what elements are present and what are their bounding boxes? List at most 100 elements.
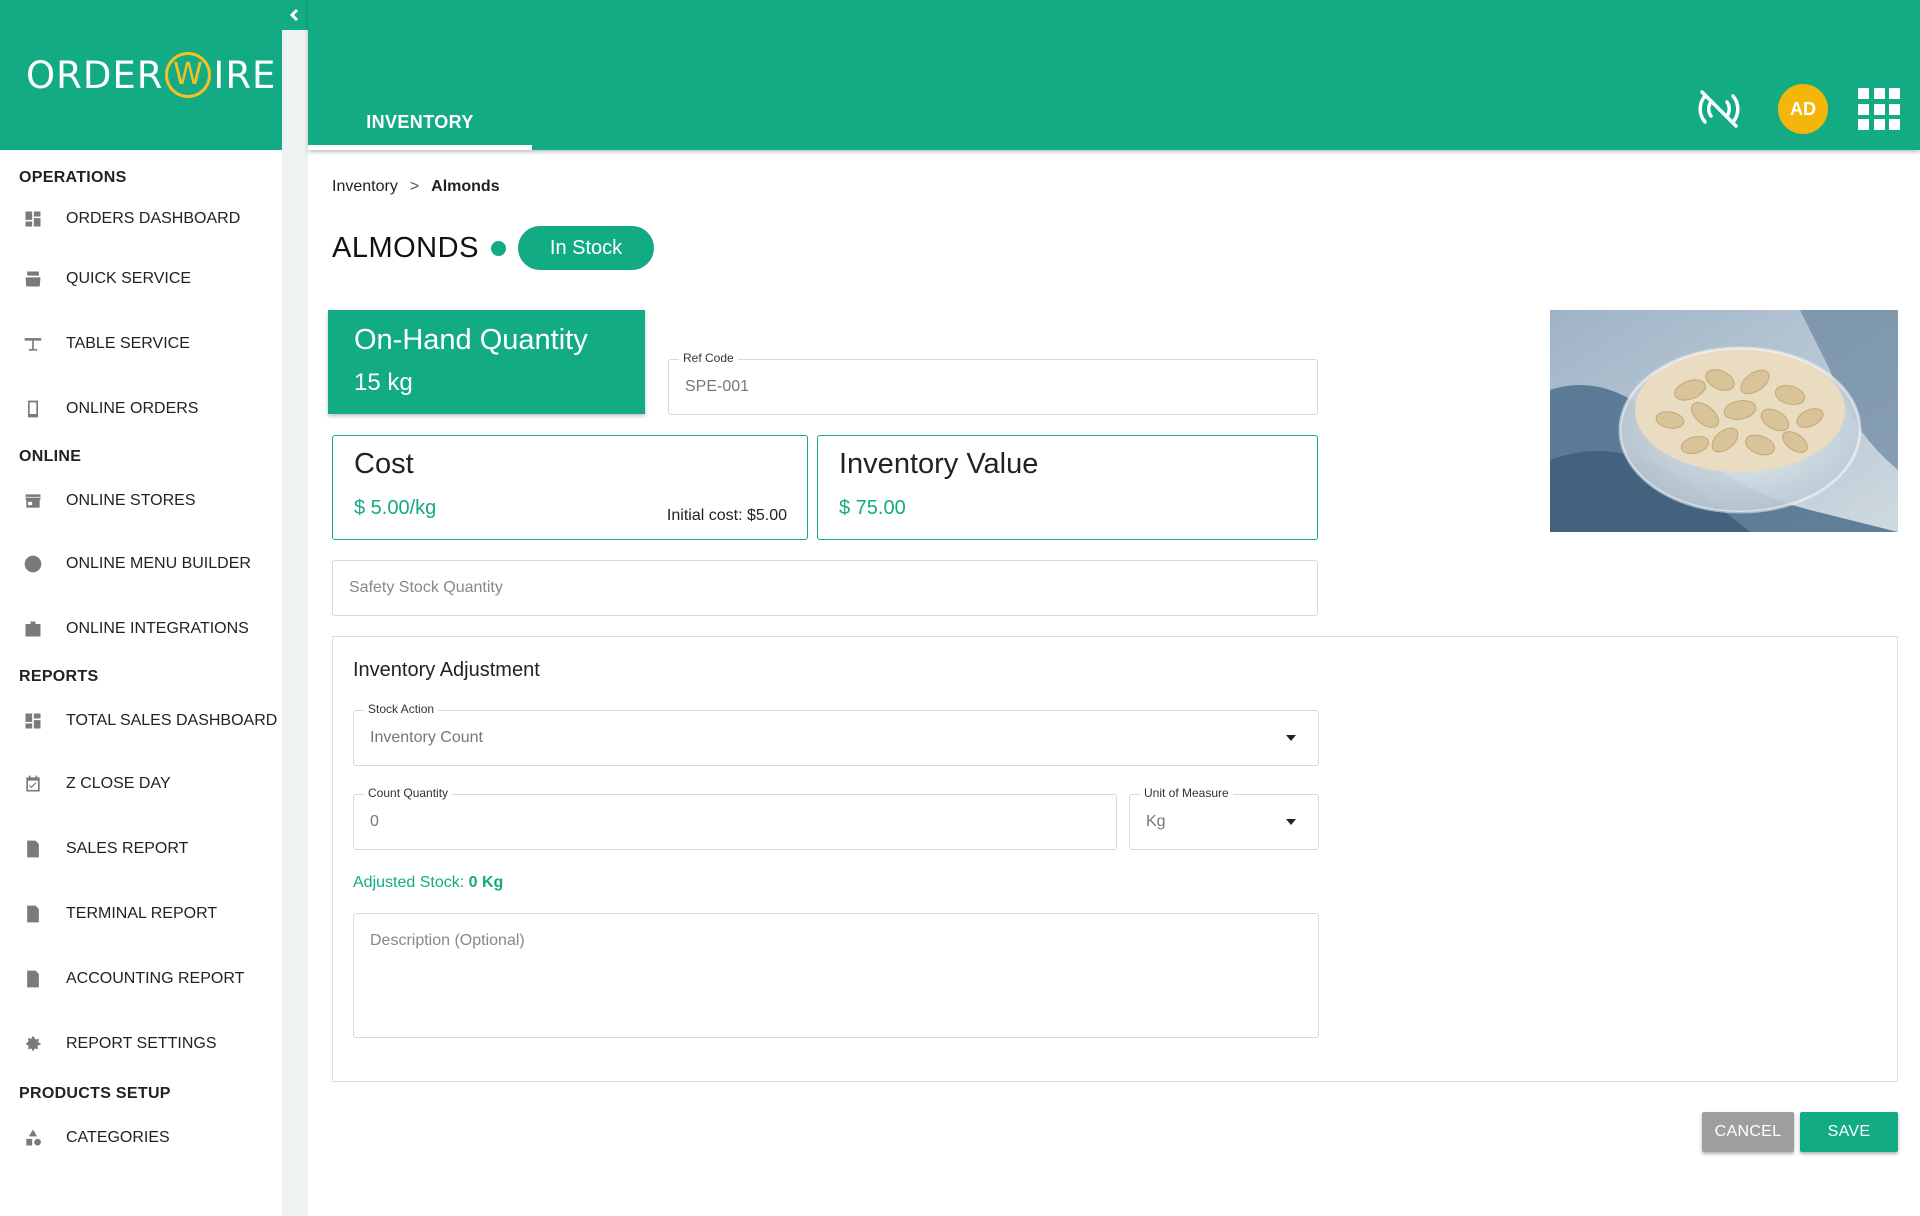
unit-of-measure-value: Kg <box>1146 813 1166 830</box>
ref-code-label: Ref Code <box>679 351 738 365</box>
dashboard-icon <box>22 208 44 230</box>
sidebar-rail <box>282 0 308 1216</box>
ref-code-field[interactable]: Ref Code SPE-001 <box>668 351 1318 415</box>
cost-title: Cost <box>354 448 414 480</box>
on-hand-quantity-card: On-Hand Quantity 15 kg <box>328 310 645 414</box>
product-image <box>1550 310 1898 532</box>
sidebar-item-sales-report[interactable]: SALES REPORT <box>0 816 282 881</box>
on-hand-value: 15 kg <box>354 369 413 396</box>
adjusted-stock: Adjusted Stock: 0 Kg <box>353 874 503 892</box>
sidebar-item-online-orders[interactable]: ONLINE ORDERS <box>0 376 282 441</box>
apps-grid-icon[interactable] <box>1858 88 1900 130</box>
ref-code-value: SPE-001 <box>685 378 750 395</box>
stock-action-select[interactable]: Stock Action Inventory Count <box>353 702 1319 766</box>
dashboard-icon <box>22 710 44 732</box>
sidebar-item-label: TABLE SERVICE <box>66 334 190 352</box>
save-button[interactable]: SAVE <box>1800 1112 1898 1152</box>
unit-of-measure-label: Unit of Measure <box>1140 786 1233 800</box>
status-dot <box>490 240 506 256</box>
store-icon <box>22 490 44 512</box>
section-operations: OPERATIONS <box>19 169 127 186</box>
menu-builder-icon <box>22 553 44 575</box>
count-quantity-input[interactable]: Count Quantity 0 <box>353 786 1117 850</box>
report-icon <box>22 968 44 990</box>
sidebar-item-label: ONLINE ORDERS <box>66 399 199 417</box>
tab-inventory[interactable]: INVENTORY <box>308 106 532 150</box>
sidebar-item-label: ONLINE MENU BUILDER <box>66 554 251 572</box>
report-icon <box>22 903 44 925</box>
logo-text: ORDER W IRE <box>26 52 277 98</box>
adjustment-title: Inventory Adjustment <box>353 659 540 681</box>
sidebar-item-report-settings[interactable]: REPORT SETTINGS <box>0 1011 282 1076</box>
safety-stock-input[interactable]: Safety Stock Quantity <box>332 560 1318 616</box>
stock-action-label: Stock Action <box>364 702 439 716</box>
chevron-down-icon <box>1286 819 1296 825</box>
top-bar: INVENTORY AD <box>308 0 1920 150</box>
breadcrumb: Inventory > Almonds <box>332 178 500 196</box>
sidebar-item-label: REPORT SETTINGS <box>66 1034 217 1052</box>
title-row: ALMONDS In Stock <box>332 226 655 270</box>
sidebar: ORDER W IRE OPERATIONS ORDERS DASHBOARD QU… <box>0 0 282 1216</box>
section-reports: REPORTS <box>19 668 99 685</box>
page-title: ALMONDS <box>332 231 479 264</box>
sidebar-item-z-close-day[interactable]: Z CLOSE DAY <box>0 751 282 816</box>
cancel-button[interactable]: CANCEL <box>1702 1112 1794 1152</box>
count-quantity-value: 0 <box>370 813 379 830</box>
sidebar-item-quick-service[interactable]: QUICK SERVICE <box>0 246 282 311</box>
sidebar-item-label: CATEGORIES <box>66 1129 170 1146</box>
collapse-sidebar-button[interactable] <box>282 0 308 30</box>
sidebar-item-categories[interactable]: CATEGORIES <box>0 1108 282 1168</box>
almonds-bowl-image <box>1550 310 1898 532</box>
breadcrumb-separator: > <box>409 178 420 195</box>
sidebar-item-online-stores[interactable]: ONLINE STORES <box>0 471 282 531</box>
sidebar-item-label: ORDERS DASHBOARD <box>66 210 241 227</box>
sidebar-item-table-service[interactable]: TABLE SERVICE <box>0 311 282 376</box>
breadcrumb-inventory-link[interactable]: Inventory <box>332 178 398 196</box>
categories-icon <box>22 1127 44 1149</box>
connection-off-icon[interactable] <box>1694 84 1744 134</box>
sidebar-item-label: SALES REPORT <box>66 839 189 857</box>
sidebar-item-label: Z CLOSE DAY <box>66 774 171 792</box>
brand-logo[interactable]: ORDER W IRE <box>0 0 282 150</box>
sidebar-item-accounting-report[interactable]: ACCOUNTING REPORT <box>0 946 282 1011</box>
table-icon <box>22 333 44 355</box>
unit-of-measure-select[interactable]: Unit of Measure Kg <box>1129 786 1319 850</box>
description-textarea[interactable]: Description (Optional) <box>353 913 1319 1038</box>
breadcrumb-current: Almonds <box>431 178 500 195</box>
stock-action-value: Inventory Count <box>370 729 483 746</box>
register-icon <box>22 268 44 290</box>
inventory-value-amount: $ 75.00 <box>839 497 906 519</box>
integrations-icon <box>22 618 44 640</box>
inventory-value-title: Inventory Value <box>839 448 1039 480</box>
gear-icon <box>22 1033 44 1055</box>
status-badge: In Stock <box>517 226 655 270</box>
top-icons: AD <box>1694 84 1900 134</box>
description-placeholder: Description (Optional) <box>370 932 525 949</box>
section-products-setup: PRODUCTS SETUP <box>19 1085 171 1102</box>
sidebar-item-label: TOTAL SALES DASHBOARD <box>66 712 278 729</box>
inventory-adjustment-panel: Inventory Adjustment Stock Action Invent… <box>332 636 1898 1082</box>
sidebar-item-orders-dashboard[interactable]: ORDERS DASHBOARD <box>0 192 282 246</box>
sidebar-item-online-menu-builder[interactable]: ONLINE MENU BUILDER <box>0 531 282 596</box>
adjusted-stock-value: 0 Kg <box>468 874 504 891</box>
adjusted-stock-label: Adjusted Stock: <box>353 874 465 891</box>
sidebar-item-label: ACCOUNTING REPORT <box>66 969 245 987</box>
cost-card: Cost $ 5.00/kg Initial cost: $5.00 <box>332 435 808 540</box>
section-online: ONLINE <box>19 448 82 465</box>
count-quantity-label: Count Quantity <box>364 786 453 800</box>
sidebar-item-label: ONLINE INTEGRATIONS <box>66 619 249 637</box>
user-avatar[interactable]: AD <box>1778 84 1828 134</box>
initial-cost: Initial cost: $5.00 <box>666 507 787 524</box>
report-icon <box>22 838 44 860</box>
chevron-left-icon <box>289 8 299 22</box>
sidebar-item-label: ONLINE STORES <box>66 492 196 509</box>
sidebar-item-terminal-report[interactable]: TERMINAL REPORT <box>0 881 282 946</box>
chevron-down-icon <box>1286 735 1296 741</box>
main-content: Inventory > Almonds ALMONDS In Stock On-… <box>308 150 1920 1216</box>
sidebar-item-label: QUICK SERVICE <box>66 269 192 287</box>
tablet-icon <box>22 398 44 420</box>
calendar-check-icon <box>22 773 44 795</box>
sidebar-item-online-integrations[interactable]: ONLINE INTEGRATIONS <box>0 596 282 661</box>
safety-stock-placeholder: Safety Stock Quantity <box>349 579 503 596</box>
sidebar-item-total-sales-dashboard[interactable]: TOTAL SALES DASHBOARD <box>0 691 282 751</box>
